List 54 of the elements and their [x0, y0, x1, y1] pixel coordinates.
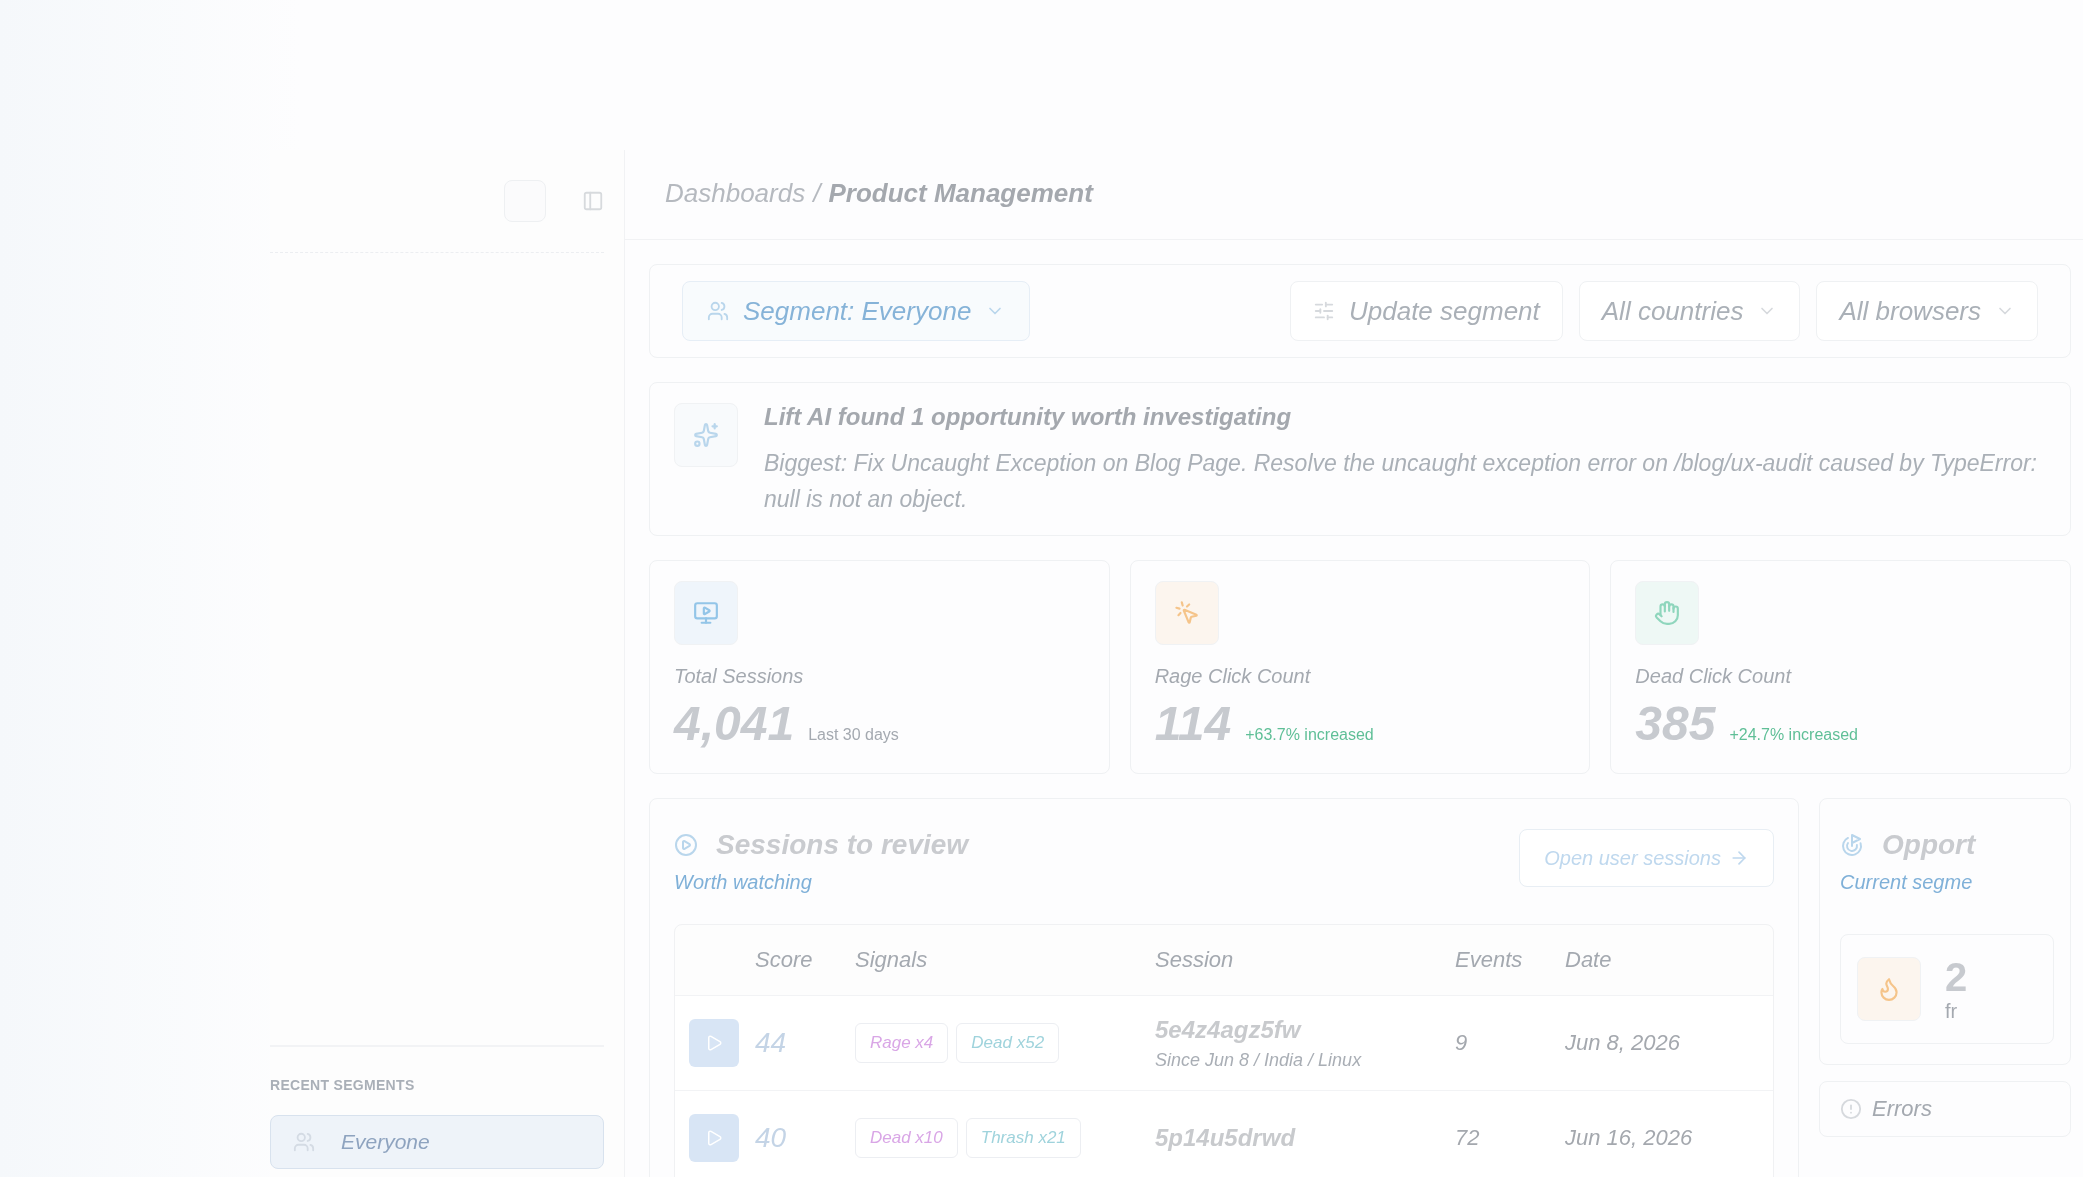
column-header: Signals — [855, 947, 929, 973]
stat-note: +24.7% increased — [1729, 726, 1858, 744]
filter-dropdown[interactable]: All browsers — [1816, 281, 2038, 341]
events-cell-text: 9 — [1455, 1030, 1469, 1056]
hand-icon — [1654, 600, 1681, 626]
segment-dropdown[interactable]: Segment: Everyone — [682, 281, 1031, 341]
signal-tag: Dead x52 — [956, 1023, 1060, 1063]
pointer-click-icon — [1173, 600, 1200, 626]
page-title: Product Management — [828, 178, 1093, 209]
sparkles-icon — [693, 422, 719, 448]
column-header: Session — [1155, 947, 1235, 973]
open-sessions-button[interactable]: Open user sessions — [1519, 829, 1774, 887]
play-icon — [705, 1129, 723, 1147]
filter-dropdown[interactable]: All countries — [1578, 281, 1801, 341]
update-segment-button[interactable]: Update segment — [1290, 281, 1563, 341]
alert-icon — [1840, 1098, 1862, 1120]
sliders-icon — [1313, 300, 1335, 322]
signal-tag: Dead x10 — [855, 1118, 958, 1158]
events-cell-text: 72 — [1455, 1125, 1481, 1151]
column-header: Date — [1565, 947, 1613, 973]
insight-title: Lift AI found 1 opportunity worth investigating — [764, 403, 1293, 431]
stat-label: Total Sessions — [674, 665, 805, 688]
score-cell-text: 40 — [755, 1122, 788, 1154]
section-title: RECENT SEGMENTS — [270, 1077, 416, 1093]
column-header: Events — [1455, 947, 1524, 973]
stat-label: Rage Click Count — [1154, 665, 1312, 688]
monitor-play-icon — [693, 600, 719, 626]
errors-item[interactable]: Errors — [1819, 1081, 2071, 1137]
opportunity-note: fr — [1945, 1000, 1959, 1023]
insight-text: Biggest: Fix Uncaught Exception on Blog Page. Resolve the uncaught exception error on /blog/ux-audit caused by TypeError: null is not an object. — [764, 449, 2038, 514]
breadcrumb-link[interactable]: Dashboards — [665, 178, 806, 209]
stat-label: Dead Click Count — [1635, 665, 1793, 688]
play-button[interactable] — [689, 1019, 739, 1067]
signal-tag: Rage x4 — [855, 1023, 949, 1063]
target-icon — [1840, 833, 1864, 857]
date-cell-text: Jun 16, 2026 — [1565, 1125, 1694, 1151]
card-subtitle: Worth watching — [674, 871, 813, 894]
stat-note: +63.7% increased — [1245, 726, 1374, 744]
signal-tag: Thrash x21 — [965, 1118, 1081, 1158]
play-button[interactable] — [689, 1114, 739, 1162]
users-icon — [707, 300, 729, 322]
column-header: Score — [755, 947, 814, 973]
play-icon — [705, 1034, 723, 1052]
date-cell-text: Jun 8, 2026 — [1565, 1030, 1681, 1056]
stat-note: Last 30 days — [808, 726, 899, 744]
session-meta: Since Jun 8 / India / Linux — [1155, 1049, 1363, 1071]
users-icon — [293, 1131, 315, 1153]
breadcrumb-separator: / — [813, 178, 821, 209]
segment-item[interactable]: Everyone — [270, 1115, 604, 1169]
score-cell-text: 44 — [755, 1027, 788, 1059]
sidebar-toggle-icon[interactable] — [582, 190, 604, 212]
card-subtitle: Current segme — [1840, 871, 1974, 894]
play-circle-icon — [674, 833, 698, 857]
segment-label: Everyone — [341, 1130, 430, 1154]
